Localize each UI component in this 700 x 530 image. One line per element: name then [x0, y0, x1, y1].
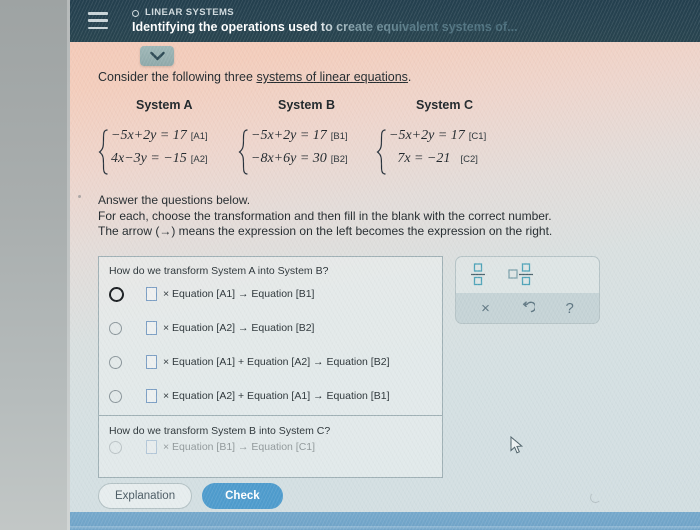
answer-panel: How do we transform System A into System… [98, 256, 443, 478]
system-c-equations: −5x+2y = 17 [C1] 7x = −21 [C2] [389, 128, 486, 167]
fraction-template-icon[interactable] [470, 263, 486, 287]
equation-row: 4x−3y = −15 [A2] [111, 151, 208, 167]
system-b-equations: −5x+2y = 17 [B1] −8x+6y = 30 [B2] [251, 128, 348, 167]
answer-option-3-label: × Equation [A1] + Equation [A2] → Equati… [163, 356, 390, 368]
question-1-label: How do we transform System A into System… [109, 265, 329, 277]
mouse-cursor [510, 435, 524, 460]
equation-row: −5x+2y = 17 [A1] [111, 128, 208, 144]
instruction-line: Answer the questions below. [98, 193, 251, 207]
blank-input-3[interactable] [146, 355, 157, 369]
radio-option-2[interactable] [109, 321, 122, 335]
help-icon[interactable]: ? [566, 300, 574, 317]
equation-expression: 4x−3y = −15 [111, 151, 187, 166]
equation-tag: [B2] [330, 154, 348, 165]
decorative-speck [590, 492, 601, 503]
answer-option-row[interactable]: × Equation [B1] → Equation [C1] [99, 437, 442, 457]
system-c-block: −5x+2y = 17 [C1] 7x = −21 [C2] [376, 128, 486, 175]
undo-icon[interactable] [520, 300, 536, 316]
left-gutter [0, 0, 70, 530]
systems-of-linear-equations-link[interactable]: systems of linear equations [256, 70, 407, 84]
math-keypad: × ? [455, 256, 600, 324]
systems-group: System A System B System C −5x+2y = 17 [… [98, 98, 658, 184]
equation-expression: 7x = −21 [397, 151, 451, 166]
clear-icon[interactable]: × [481, 300, 490, 317]
answer-option-row[interactable]: × Equation [A1] + Equation [A2] → Equati… [99, 345, 442, 379]
bottom-blue-strip [70, 512, 700, 530]
mixed-number-template-icon[interactable] [508, 263, 534, 287]
screenshot-root: LINEAR SYSTEMS Identifying the operation… [0, 0, 700, 530]
equation-expression: −5x+2y = 17 [251, 128, 327, 143]
lead-before: Consider the following three [98, 70, 257, 84]
answer-option-2-label: × Equation [A2] → Equation [B2] [163, 322, 315, 334]
answer-option-row[interactable]: × Equation [A1] → Equation [B1] [99, 277, 442, 311]
chevron-down-button[interactable] [140, 46, 174, 66]
instruction-line: The arrow (→) means the expression on th… [98, 224, 553, 238]
lead-after: . [407, 70, 412, 84]
system-c-title: System C [416, 98, 473, 112]
system-equations-row: −5x+2y = 17[A1] 4x−3y = −15[A2] −5x+2y [98, 128, 658, 184]
decorative-speck [78, 195, 81, 198]
lead-sentence: Consider the following three systems of … [98, 70, 411, 84]
blank-input-4[interactable] [146, 389, 157, 403]
brace-icon [98, 128, 109, 175]
system-b-block: −5x+2y = 17 [B1] −8x+6y = 30 [B2] [238, 128, 348, 175]
system-titles: System A System B System C [98, 98, 658, 118]
chevron-down-icon [149, 51, 165, 61]
system-a-equations: −5x+2y = 17 [A1] 4x−3y = −15 [A2] [111, 128, 208, 167]
equation-expression: −5x+2y = 17 [389, 128, 465, 143]
instruction-line: For each, choose the transformation and … [98, 208, 552, 223]
radio-option-4[interactable] [109, 389, 122, 403]
radio-option-1[interactable] [109, 286, 124, 302]
equation-tag: [C2] [460, 154, 478, 165]
keypad-actions-row: × ? [456, 293, 599, 323]
equation-tag: [C1] [468, 131, 487, 142]
equation-tag: [A2] [190, 154, 208, 165]
check-button[interactable]: Check [202, 483, 283, 509]
radio-option-5[interactable] [109, 440, 122, 454]
answer-option-1-label: × Equation [A1] → Equation [B1] [163, 288, 315, 300]
explanation-button[interactable]: Explanation [98, 483, 193, 509]
equation-row: −8x+6y = 30 [B2] [251, 151, 348, 167]
system-a-title: System A [136, 98, 193, 112]
answer-option-row[interactable]: × Equation [A2] + Equation [A1] → Equati… [99, 379, 442, 413]
blank-input-1[interactable] [146, 287, 157, 301]
footer-buttons: Explanation Check [98, 483, 283, 509]
equation-tag: [B1] [330, 131, 348, 142]
equation-row: −5x+2y = 17 [C1] [389, 128, 486, 144]
answer-option-row[interactable]: × Equation [A2] → Equation [B2] [99, 311, 442, 345]
keypad-templates-row [456, 257, 599, 293]
equation-row: −5x+2y = 17 [B1] [251, 128, 348, 144]
radio-option-3[interactable] [109, 355, 122, 369]
answer-option-5-label: × Equation [B1] → Equation [C1] [163, 441, 316, 453]
equation-row: 7x = −21 [C2] [389, 151, 486, 167]
equation-tag: [A1] [190, 131, 208, 142]
main-content: Consider the following three systems of … [70, 0, 700, 530]
instructions-block: Answer the questions below. For each, ch… [98, 193, 552, 240]
equation-expression: −8x+6y = 30 [251, 151, 327, 166]
blank-input-5[interactable] [146, 440, 157, 454]
app-viewport: LINEAR SYSTEMS Identifying the operation… [70, 0, 700, 530]
brace-icon [238, 128, 249, 175]
system-a-block: −5x+2y = 17 [A1] 4x−3y = −15 [A2] [98, 128, 208, 175]
brace-icon [376, 128, 387, 175]
answer-option-4-label: × Equation [A2] + Equation [A1] → Equati… [163, 390, 390, 402]
question-2-label: How do we transform System B into System… [109, 425, 331, 437]
equation-expression: −5x+2y = 17 [111, 128, 187, 143]
blank-input-2[interactable] [146, 321, 157, 335]
system-b-title: System B [278, 98, 335, 112]
